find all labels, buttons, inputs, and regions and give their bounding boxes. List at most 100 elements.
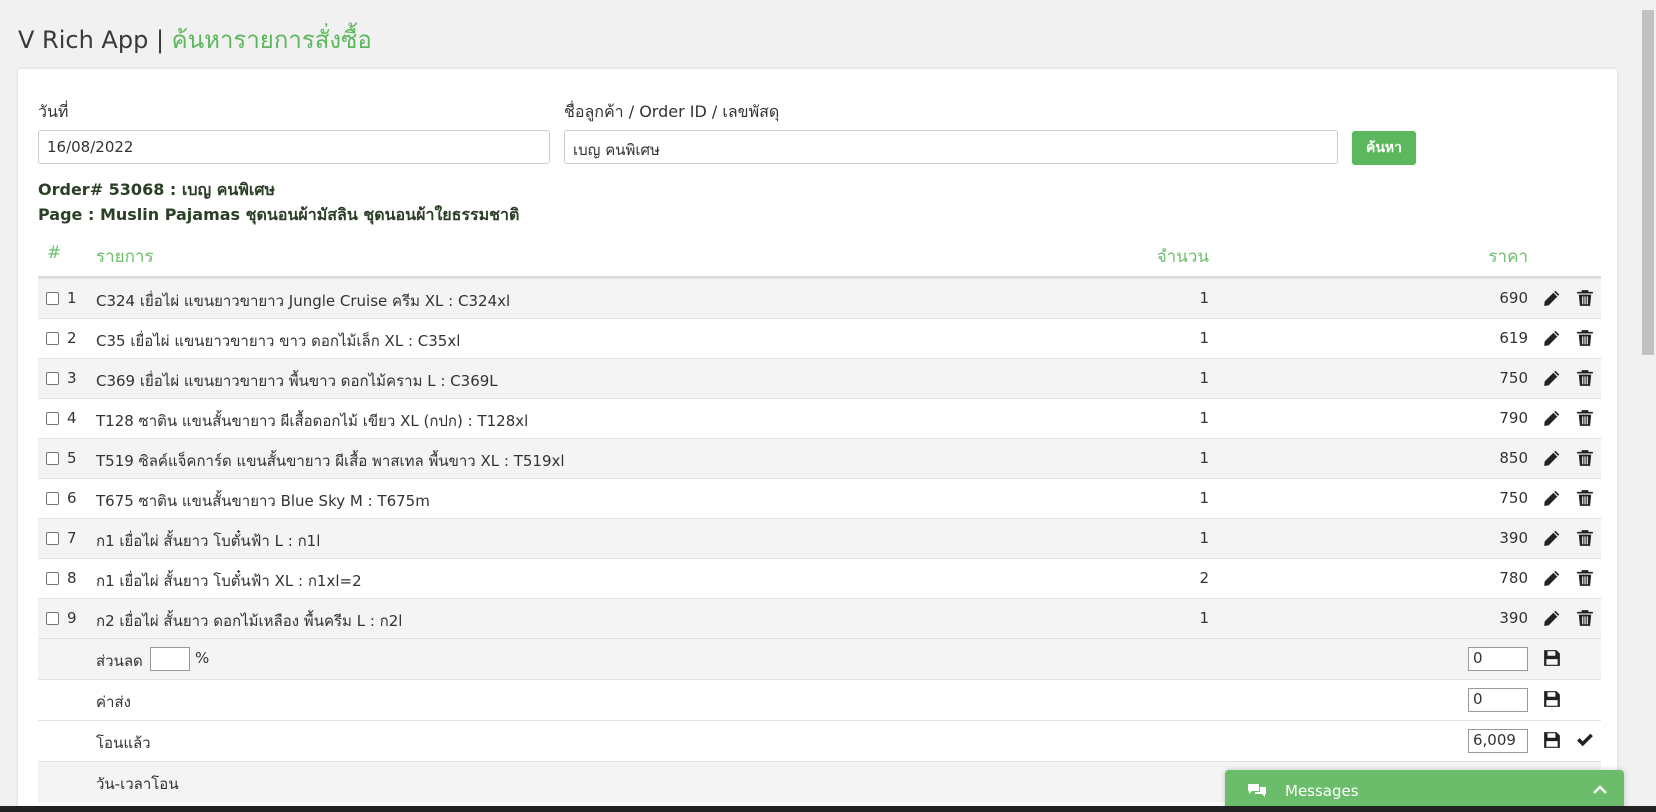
table-row: 8 ก1 เยื่อไผ่ สั้นยาว โบตั๋นฟ้า XL : ก1xl…	[38, 558, 1601, 598]
order-page-line: Page : Muslin Pajamas ชุดนอนผ้ามัสลิน ชุ…	[38, 205, 520, 224]
trash-icon[interactable]	[1576, 529, 1594, 547]
trash-icon[interactable]	[1576, 449, 1594, 467]
row-quantity: 1	[1199, 449, 1209, 467]
transfer-time-label: วัน-เวลาโอน	[96, 775, 179, 793]
header-item: รายการ	[96, 247, 154, 267]
trash-icon[interactable]	[1576, 329, 1594, 347]
row-checkbox[interactable]	[46, 452, 59, 465]
row-item: C369 เยื่อไผ่ แขนยาวขายาว พื้นขาว ดอกไม้…	[96, 372, 498, 390]
app-name: V Rich App |	[18, 26, 165, 54]
row-item: T519 ซิลค์แจ็คการ์ด แขนสั้นขายาว ผีเสื้อ…	[96, 452, 565, 470]
scrollbar-thumb[interactable]	[1642, 10, 1654, 355]
page-name: ค้นหารายการสั่งซื้อ	[171, 26, 372, 54]
trash-icon[interactable]	[1576, 289, 1594, 307]
table-row: 4 T128 ซาติน แขนสั้นขายาว ผีเสื้อดอกไม้ เ…	[38, 398, 1601, 438]
row-checkbox[interactable]	[46, 412, 59, 425]
save-icon[interactable]	[1543, 731, 1561, 749]
pencil-icon[interactable]	[1543, 489, 1561, 507]
date-label: วันที่	[38, 102, 69, 121]
row-quantity: 1	[1199, 369, 1209, 387]
row-quantity: 1	[1199, 529, 1209, 547]
trash-icon[interactable]	[1576, 369, 1594, 387]
table-header: # รายการ จำนวน ราคา	[38, 238, 1601, 278]
pencil-icon[interactable]	[1543, 569, 1561, 587]
paid-row: โอนแล้ว 6,009	[38, 720, 1601, 761]
table-row: 5 T519 ซิลค์แจ็คการ์ด แขนสั้นขายาว ผีเสื้…	[38, 438, 1601, 478]
row-item: C324 เยื่อไผ่ แขนยาวขายาว Jungle Cruise …	[96, 292, 511, 310]
pencil-icon[interactable]	[1543, 529, 1561, 547]
table-row: 2 C35 เยื่อไผ่ แขนยาวขายาว ขาว ดอกไม้เล็ก…	[38, 318, 1601, 358]
page-scrollbar[interactable]	[1640, 0, 1656, 804]
row-quantity: 1	[1199, 289, 1209, 307]
row-quantity: 1	[1199, 489, 1209, 507]
query-label: ชื่อลูกค้า / Order ID / เลขพัสดุ	[564, 102, 780, 121]
pencil-icon[interactable]	[1543, 369, 1561, 387]
row-price: 790	[1499, 409, 1528, 427]
order-title: Order# 53068 : เบญ คนพิเศษ	[38, 180, 276, 199]
row-number: 7	[67, 529, 77, 547]
row-quantity: 1	[1199, 609, 1209, 627]
table-row: 9 ก2 เยื่อไผ่ สั้นยาว ดอกไม้เหลือง พื้นคร…	[38, 598, 1601, 638]
row-quantity: 2	[1199, 569, 1209, 587]
messages-label: Messages	[1285, 782, 1359, 800]
pencil-icon[interactable]	[1543, 449, 1561, 467]
discount-input[interactable]: 0	[1468, 647, 1528, 671]
trash-icon[interactable]	[1576, 609, 1594, 627]
row-price: 750	[1499, 369, 1528, 387]
row-checkbox[interactable]	[46, 292, 59, 305]
date-field[interactable]: 16/08/2022	[38, 130, 550, 164]
row-item: T675 ซาติน แขนสั้นขายาว Blue Sky M : T67…	[96, 492, 430, 510]
chat-icon	[1248, 784, 1266, 797]
row-quantity: 1	[1199, 329, 1209, 347]
row-item: ก2 เยื่อไผ่ สั้นยาว ดอกไม้เหลือง พื้นครี…	[96, 612, 403, 630]
trash-icon[interactable]	[1576, 409, 1594, 427]
row-number: 1	[67, 289, 77, 307]
row-number: 4	[67, 409, 77, 427]
row-checkbox[interactable]	[46, 332, 59, 345]
row-checkbox[interactable]	[46, 492, 59, 505]
table-row: 3 C369 เยื่อไผ่ แขนยาวขายาว พื้นขาว ดอกไม…	[38, 358, 1601, 398]
row-checkbox[interactable]	[46, 612, 59, 625]
save-icon[interactable]	[1543, 649, 1561, 667]
chevron-up-icon[interactable]	[1592, 784, 1608, 796]
row-quantity: 1	[1199, 409, 1209, 427]
check-icon[interactable]	[1576, 731, 1594, 749]
row-number: 3	[67, 369, 77, 387]
row-item: C35 เยื่อไผ่ แขนยาวขายาว ขาว ดอกไม้เล็ก …	[96, 332, 461, 350]
row-checkbox[interactable]	[46, 572, 59, 585]
percent-sign: %	[195, 649, 210, 667]
header-price: ราคา	[1488, 247, 1528, 267]
row-number: 5	[67, 449, 77, 467]
pencil-icon[interactable]	[1543, 289, 1561, 307]
discount-percent-input[interactable]	[150, 647, 190, 671]
row-item: ก1 เยื่อไผ่ สั้นยาว โบตั๋นฟ้า L : ก1l	[96, 532, 321, 550]
shipping-input[interactable]: 0	[1468, 688, 1528, 712]
save-icon[interactable]	[1543, 690, 1561, 708]
row-item: ก1 เยื่อไผ่ สั้นยาว โบตั๋นฟ้า XL : ก1xl=…	[96, 572, 362, 590]
pencil-icon[interactable]	[1543, 409, 1561, 427]
header-qty: จำนวน	[1156, 247, 1209, 267]
pencil-icon[interactable]	[1543, 609, 1561, 627]
row-checkbox[interactable]	[46, 372, 59, 385]
shipping-row: ค่าส่ง 0	[38, 679, 1601, 720]
trash-icon[interactable]	[1576, 569, 1594, 587]
row-price: 850	[1499, 449, 1528, 467]
table-body: 1 C324 เยื่อไผ่ แขนยาวขายาว Jungle Cruise…	[38, 278, 1601, 638]
table-row: 1 C324 เยื่อไผ่ แขนยาวขายาว Jungle Cruise…	[38, 278, 1601, 318]
search-input[interactable]: เบญ คนพิเศษ	[564, 130, 1338, 164]
row-price: 750	[1499, 489, 1528, 507]
paid-input[interactable]: 6,009	[1468, 729, 1528, 753]
window-bottom-edge	[0, 806, 1656, 812]
row-price: 390	[1499, 609, 1528, 627]
table-row: 7 ก1 เยื่อไผ่ สั้นยาว โบตั๋นฟ้า L : ก1l 1 3…	[38, 518, 1601, 558]
trash-icon[interactable]	[1576, 489, 1594, 507]
shipping-label: ค่าส่ง	[96, 693, 131, 711]
page-title: V Rich App | ค้นหารายการสั่งซื้อ	[18, 20, 372, 59]
row-number: 9	[67, 609, 77, 627]
row-number: 6	[67, 489, 77, 507]
row-number: 2	[67, 329, 77, 347]
row-number: 8	[67, 569, 77, 587]
row-checkbox[interactable]	[46, 532, 59, 545]
search-button[interactable]: ค้นหา	[1352, 131, 1416, 165]
pencil-icon[interactable]	[1543, 329, 1561, 347]
